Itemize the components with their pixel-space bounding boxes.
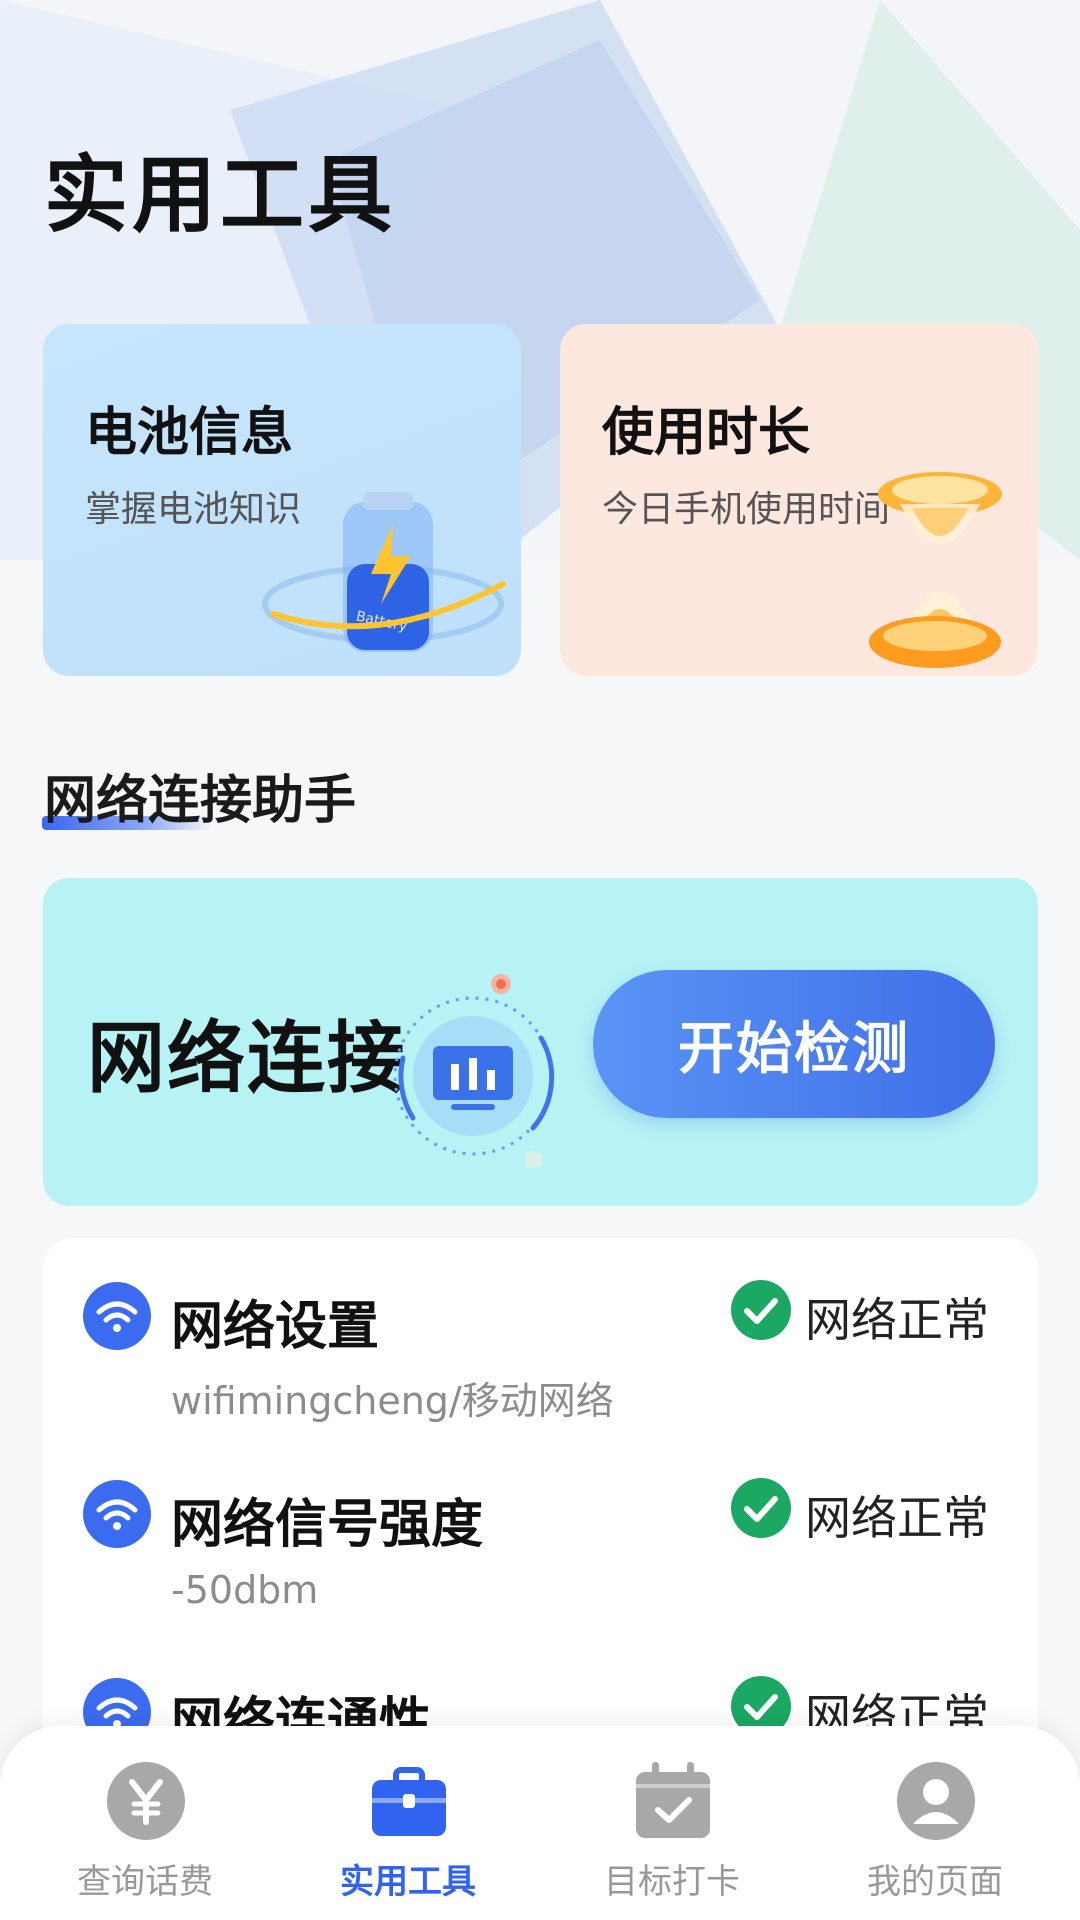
status-row-subtitle: -50dbm	[171, 1568, 319, 1612]
network-banner-title: 网络连接	[87, 1014, 408, 1104]
check-circle-icon	[731, 1280, 791, 1340]
battery-illustration-icon: Battery	[262, 492, 506, 652]
tab-query-fee[interactable]: 查询话费	[10, 1726, 280, 1920]
user-icon	[897, 1762, 975, 1840]
yuan-icon	[107, 1762, 185, 1840]
usage-card-subtitle: 今日手机使用时间	[602, 489, 891, 530]
network-connection-banner: 网络连接 开始检测	[43, 878, 1038, 1206]
status-row-network-settings[interactable]: 网络设置 wifimingcheng/移动网络 网络正常	[43, 1238, 1038, 1423]
calendar-check-icon	[636, 1762, 710, 1838]
tab-goal-checkin[interactable]: 目标打卡	[537, 1726, 807, 1920]
status-row-title: 网络设置	[171, 1297, 380, 1357]
tab-label: 查询话费	[77, 1862, 213, 1902]
tab-practical-tools[interactable]: 实用工具	[273, 1726, 543, 1920]
tab-label: 实用工具	[340, 1862, 476, 1902]
battery-info-card[interactable]: 电池信息 掌握电池知识 Battery	[43, 324, 521, 676]
status-row-status: 网络正常	[805, 1491, 989, 1545]
page-title: 实用工具	[44, 146, 397, 244]
status-row-status: 网络正常	[805, 1293, 989, 1347]
status-row-signal-strength[interactable]: 网络信号强度 -50dbm 网络正常	[43, 1436, 1038, 1616]
start-detection-button[interactable]: 开始检测	[593, 970, 995, 1118]
usage-time-card[interactable]: 使用时长 今日手机使用时间	[560, 324, 1038, 676]
network-monitor-icon	[393, 974, 555, 1168]
toolbox-icon	[372, 1767, 446, 1836]
tab-label: 我的页面	[867, 1862, 1003, 1902]
status-row-title: 网络信号强度	[171, 1495, 484, 1555]
usage-card-title: 使用时长	[602, 403, 811, 463]
hourglass-icon	[869, 472, 1002, 668]
bottom-tab-bar: 查询话费 实用工具 目标打卡 我的页面	[0, 1726, 1080, 1920]
status-row-subtitle: wifimingcheng/移动网络	[171, 1379, 614, 1423]
battery-card-title: 电池信息	[85, 403, 294, 463]
check-circle-icon	[731, 1478, 791, 1538]
tab-label: 目标打卡	[604, 1862, 740, 1902]
wifi-icon	[83, 1282, 151, 1350]
section-title: 网络连接助手	[44, 771, 357, 831]
wifi-icon	[83, 1480, 151, 1548]
tab-my-page[interactable]: 我的页面	[800, 1726, 1070, 1920]
